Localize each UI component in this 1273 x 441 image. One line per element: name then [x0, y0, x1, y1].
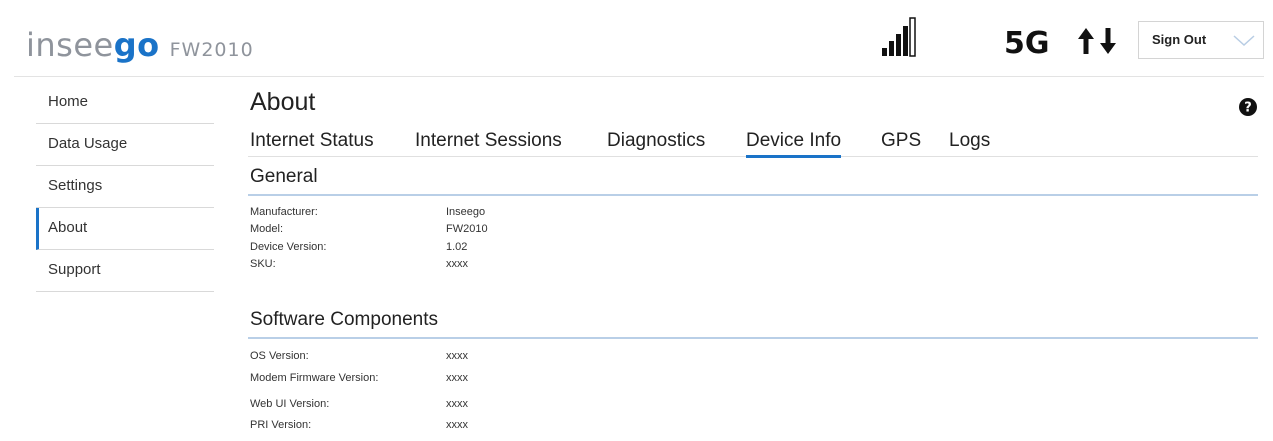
device-version-label: Device Version: [250, 241, 327, 253]
signal-bars-icon [882, 17, 916, 57]
tab-diagnostics[interactable]: Diagnostics [607, 130, 705, 155]
sidebar-item-data-usage[interactable]: Data Usage [36, 124, 214, 166]
tab-internet-sessions[interactable]: Internet Sessions [415, 130, 562, 155]
question-circle-icon[interactable]: ? [1238, 97, 1258, 117]
section-title-software-components: Software Components [250, 309, 438, 330]
sign-out-label: Sign Out [1152, 32, 1207, 47]
sidebar-item-home[interactable]: Home [36, 82, 214, 124]
os-version-label: OS Version: [250, 350, 309, 362]
modem-firmware-version-value: xxxx [446, 372, 468, 384]
svg-text:?: ? [1244, 101, 1252, 116]
os-version-value: xxxx [446, 350, 468, 362]
tab-device-info[interactable]: Device Info [746, 130, 842, 158]
sign-out-dropdown[interactable]: Sign Out [1138, 21, 1264, 59]
page-title: About [250, 88, 316, 116]
manufacturer-value: Inseego [446, 206, 486, 218]
brand-logo: inseego FW2010 [26, 26, 254, 64]
web-ui-version-value: xxxx [446, 398, 468, 410]
network-type-label: 5G [1004, 26, 1050, 61]
manufacturer-label: Manufacturer: [250, 206, 318, 218]
section-divider [248, 337, 1258, 339]
model-label: Model: [250, 223, 284, 235]
modem-firmware-version-label: Modem Firmware Version: [250, 372, 379, 384]
section-title-general: General [250, 166, 318, 187]
sku-value: xxxx [446, 258, 468, 270]
logo-text-insee: insee [26, 26, 114, 64]
chevron-down-icon[interactable] [1233, 35, 1255, 47]
upload-download-arrows-icon [1078, 28, 1116, 54]
sidebar-item-about[interactable]: About [36, 208, 214, 250]
device-model-label: FW2010 [169, 39, 254, 61]
tab-logs[interactable]: Logs [949, 130, 990, 155]
web-ui-version-label: Web UI Version: [250, 398, 330, 410]
tab-internet-status[interactable]: Internet Status [250, 130, 374, 155]
sidebar-item-settings[interactable]: Settings [36, 166, 214, 208]
section-divider [248, 194, 1258, 196]
sidebar-item-support[interactable]: Support [36, 250, 214, 292]
tab-bar: Internet Status Internet Sessions Diagno… [248, 130, 1258, 158]
top-header: inseego FW2010 5G Sign Out [14, 10, 1264, 77]
logo-text-go: go [113, 26, 160, 64]
pri-version-value: xxxx [446, 419, 468, 431]
sidebar-nav: Home Data Usage Settings About Support [36, 82, 214, 292]
model-value: FW2010 [446, 223, 488, 235]
pri-version-label: PRI Version: [250, 419, 312, 431]
device-version-value: 1.02 [446, 241, 468, 253]
tab-gps[interactable]: GPS [881, 130, 921, 155]
sku-label: SKU: [250, 258, 276, 270]
